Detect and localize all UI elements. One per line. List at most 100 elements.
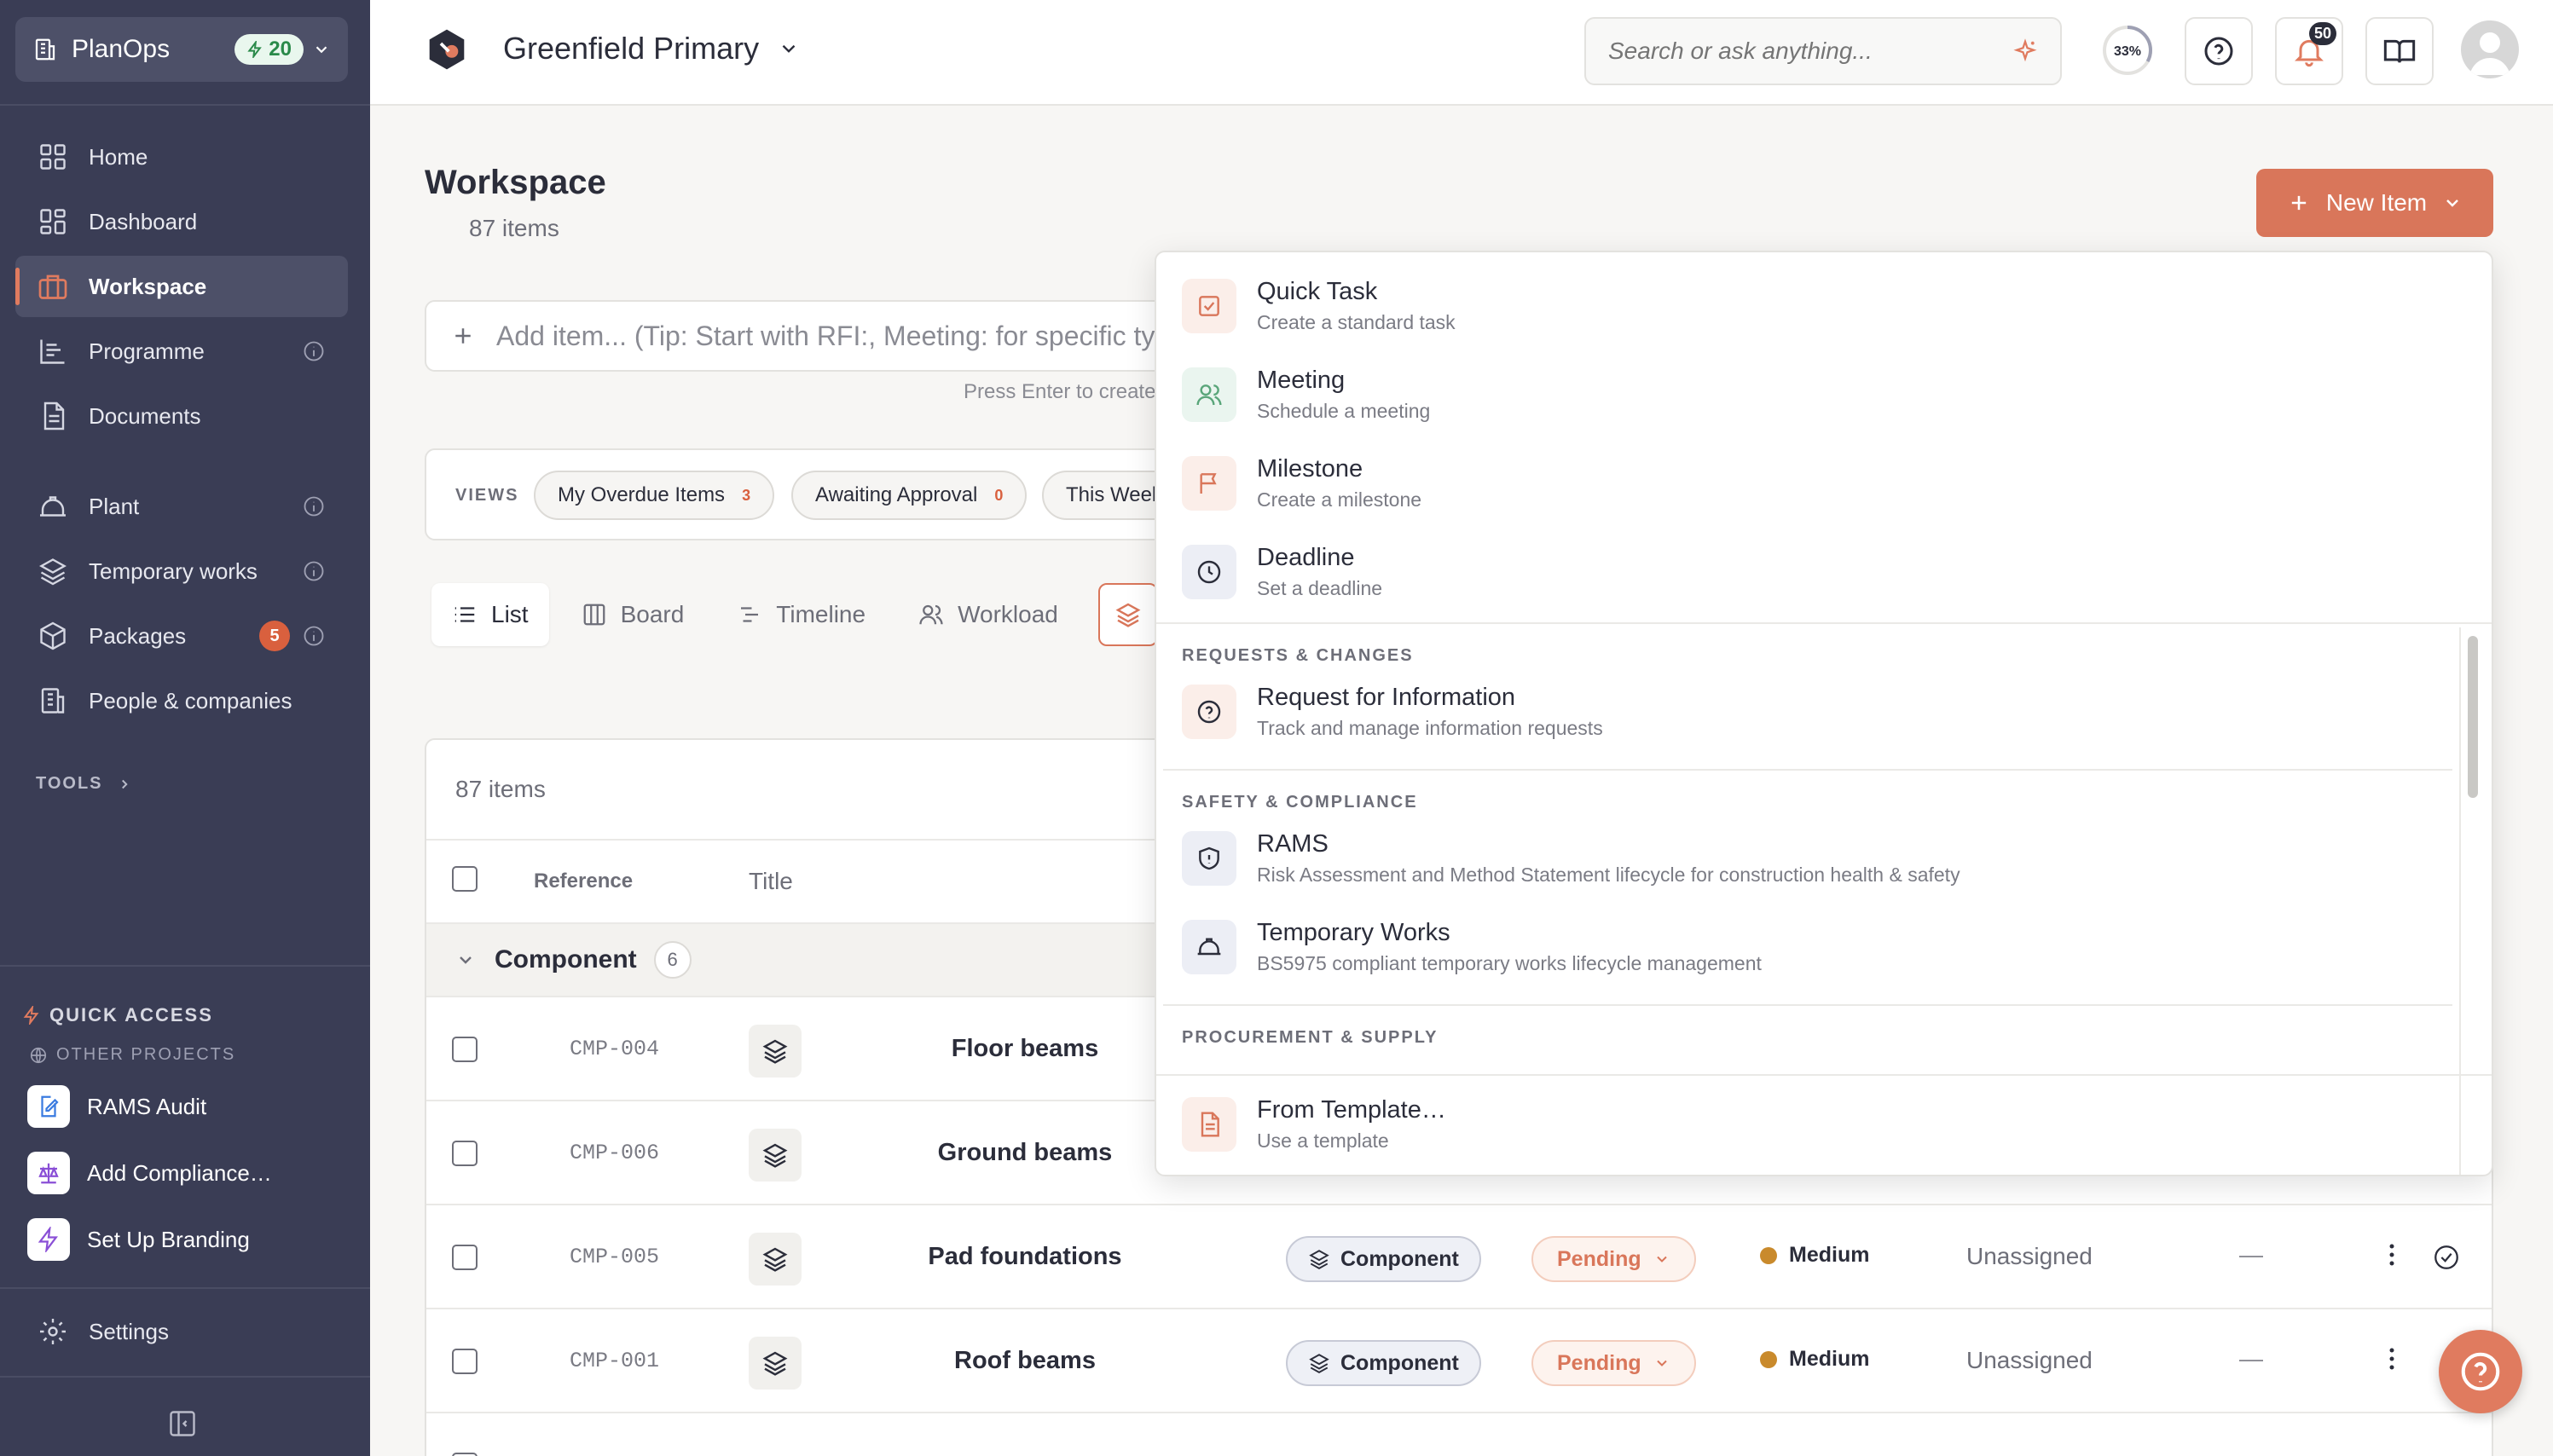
help-button[interactable] [2185,17,2253,85]
table-row[interactable] [426,1413,2492,1456]
tools-toggle[interactable]: TOOLS [36,774,132,794]
chevron-down-icon [1653,1355,1670,1372]
search-input[interactable] [1608,38,2012,65]
row-checkbox[interactable] [452,1453,478,1456]
layers-icon [38,556,68,586]
assignee[interactable]: Unassigned [1966,1243,2093,1270]
group-by-toggle[interactable] [1098,583,1158,646]
menu-scrollbar[interactable] [2468,636,2478,798]
due-date[interactable]: — [2239,1241,2263,1268]
sidebar-item-plant[interactable]: Plant [15,476,348,537]
sidebar-item-dashboard[interactable]: Dashboard [15,191,348,252]
tools-label: TOOLS [36,774,103,793]
info-icon[interactable] [302,559,326,583]
layers-icon [749,1025,802,1078]
help-chat-button[interactable] [2439,1330,2522,1413]
section-requests-changes: REQUESTS & CHANGES [1182,646,1414,665]
assignee[interactable]: Unassigned [1966,1347,2093,1374]
add-item-placeholder: Add item... (Tip: Start with RFI:, Meeti… [496,320,1208,351]
org-switcher[interactable]: PlanOps 20 [15,17,348,82]
table-row[interactable]: CMP-005 Pad foundations Component Pendin… [426,1205,2492,1309]
menu-item-quick-task[interactable]: Quick Task Create a standard task [1182,268,1456,344]
complete-check-icon[interactable] [2432,1243,2461,1272]
quick-item-rams-audit[interactable]: RAMS Audit [27,1083,206,1130]
menu-item-temporary-works[interactable]: Temporary Works BS5975 compliant temporar… [1182,909,1762,985]
layers-icon [749,1129,802,1182]
view-awaiting-approval[interactable]: Awaiting Approval 0 [791,471,1028,520]
help-icon [2457,1349,2504,1395]
select-all-checkbox[interactable] [452,866,478,892]
notifications-button[interactable]: 50 [2275,17,2343,85]
menu-item-rams[interactable]: RAMS Risk Assessment and Method Statement… [1182,820,1960,897]
sidebar-item-settings[interactable]: Settings [15,1301,348,1362]
avatar[interactable] [2461,20,2519,78]
section-safety-compliance: SAFETY & COMPLIANCE [1182,793,1418,812]
press-enter-hint: Press Enter to create [964,380,1156,403]
search-bar[interactable] [1584,17,2062,85]
quick-item-set-up-branding[interactable]: Set Up Branding [27,1216,250,1263]
top-bar: Greenfield Primary 33% 50 [370,0,2553,106]
row-checkbox[interactable] [452,1141,478,1166]
menu-item-milestone[interactable]: Milestone Create a milestone [1182,445,1421,522]
menu-item-from-template[interactable]: From Template… Use a template [1182,1086,1446,1163]
building-icon [38,685,68,716]
menu-scroll-track[interactable] [2459,627,2461,1175]
priority-indicator[interactable]: Medium [1760,1243,1869,1268]
row-title[interactable]: Roof beams [836,1347,1214,1375]
menu-item-rfi[interactable]: Request for Information Track and manage … [1182,673,1603,750]
docs-button[interactable] [2365,17,2434,85]
collapse-sidebar-icon[interactable] [167,1408,198,1439]
info-icon[interactable] [302,339,326,363]
tab-list[interactable]: List [431,583,549,646]
project-switcher[interactable]: Greenfield Primary [503,31,800,66]
row-checkbox[interactable] [452,1245,478,1270]
more-options-icon[interactable] [2379,1342,2405,1376]
other-projects-heading: OTHER PROJECTS [29,1045,235,1065]
column-title[interactable]: Title [749,868,793,895]
notification-count: 50 [2308,22,2336,45]
progress-indicator[interactable]: 33% [2101,24,2154,77]
sidebar-item-documents[interactable]: Documents [15,385,348,447]
org-name: PlanOps [72,35,171,63]
help-icon [2202,34,2236,68]
page-title: Workspace [425,164,606,201]
status-dropdown[interactable]: Pending [1531,1236,1696,1282]
credits-badge[interactable]: 20 [234,34,304,65]
sidebar-divider [0,104,370,106]
sparkle-icon[interactable] [2012,38,2038,64]
menu-item-label: RAMS [1257,830,1329,858]
info-icon[interactable] [302,494,326,518]
hard-hat-icon [1182,920,1236,974]
priority-indicator[interactable]: Medium [1760,1347,1869,1372]
sidebar-item-packages[interactable]: Packages 5 [15,605,348,667]
sidebar-item-temporary-works[interactable]: Temporary works [15,540,348,602]
row-title[interactable]: Pad foundations [836,1243,1214,1271]
sidebar-item-home[interactable]: Home [15,126,348,188]
grid-icon [38,142,68,172]
checkbox-icon [1182,279,1236,333]
column-reference[interactable]: Reference [534,870,633,893]
row-checkbox[interactable] [452,1037,478,1062]
quick-item-add-compliance[interactable]: Add Compliance… [27,1149,272,1197]
book-icon [2382,34,2417,68]
tab-board[interactable]: Board [561,583,705,646]
sidebar-item-programme[interactable]: Programme [15,321,348,382]
due-date[interactable]: — [2239,1345,2263,1372]
info-icon[interactable] [302,624,326,648]
row-checkbox[interactable] [452,1349,478,1374]
sidebar-item-people-companies[interactable]: People & companies [15,670,348,731]
view-my-overdue-items[interactable]: My Overdue Items 3 [534,471,775,520]
status-dropdown[interactable]: Pending [1531,1340,1696,1386]
table-row[interactable]: CMP-001 Roof beams Component Pending Med… [426,1309,2492,1413]
new-item-button[interactable]: New Item [2256,169,2493,237]
menu-item-desc: Create a milestone [1257,488,1422,511]
menu-item-label: Quick Task [1257,278,1378,305]
tab-workload[interactable]: Workload [898,583,1079,646]
view-label: My Overdue Items [558,483,726,506]
menu-item-deadline[interactable]: Deadline Set a deadline [1182,534,1382,610]
more-options-icon[interactable] [2379,1238,2405,1272]
tab-timeline[interactable]: Timeline [716,583,886,646]
menu-item-meeting[interactable]: Meeting Schedule a meeting [1182,356,1430,433]
app-logo-icon[interactable] [423,26,471,73]
sidebar-item-workspace[interactable]: Workspace [15,256,348,317]
